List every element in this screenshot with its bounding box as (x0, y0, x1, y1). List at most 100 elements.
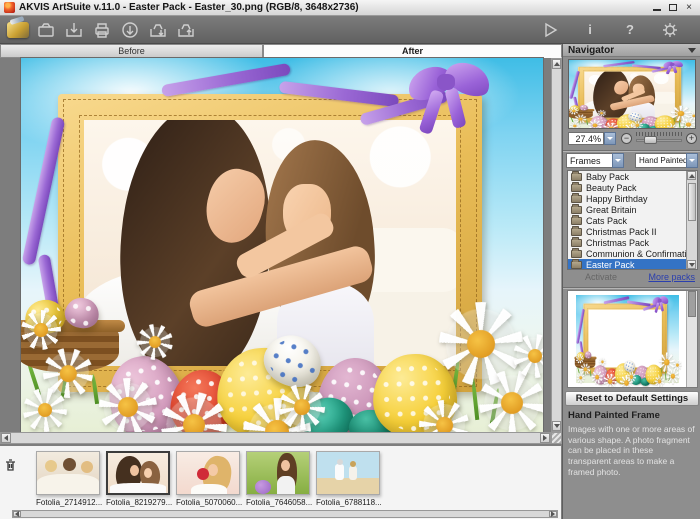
minimize-button[interactable] (652, 3, 662, 13)
daisy-center (465, 328, 497, 360)
daisy-center (601, 360, 604, 364)
daisy-center (293, 398, 311, 416)
maximize-button[interactable] (668, 3, 678, 13)
daisy-center (583, 367, 587, 372)
ribbon-bow-knot (670, 63, 674, 66)
pack-item-beauty-pack[interactable]: Beauty Pack (568, 182, 687, 193)
daisy-center (579, 376, 582, 380)
frame-type-select-arrow[interactable] (686, 153, 698, 168)
preferences-button[interactable] (658, 19, 682, 41)
share-button[interactable] (118, 19, 142, 41)
pack-item-label: Easter Pack (586, 260, 635, 270)
open-image-icon (36, 21, 56, 39)
pack-item-communion-confirmation[interactable]: Communion & Confirmation (568, 248, 687, 259)
egg-pattern (66, 298, 99, 328)
activate-link[interactable]: Activate (585, 272, 617, 282)
daisy-flower (631, 120, 644, 129)
filmstrip-scrollbar[interactable] (12, 510, 558, 518)
daisy-flower (569, 121, 581, 129)
save-image-button[interactable] (62, 19, 86, 41)
daisy-center (434, 415, 455, 432)
frame-pack-list: Baby PackBeauty PackHappy BirthdayGreat … (567, 170, 698, 270)
more-packs-link[interactable]: More packs (648, 272, 695, 282)
daisy-center (117, 396, 140, 419)
title-bar: AKVIS ArtSuite v.11.0 - Easter Pack - Ea… (0, 0, 700, 16)
pack-item-label: Happy Birthday (586, 194, 648, 204)
tab-before[interactable]: Before (0, 44, 263, 58)
canvas-horizontal-scrollbar[interactable] (0, 432, 551, 444)
filmstrip-thumbnail-3[interactable]: Fotolia_5070060... (176, 451, 244, 507)
daisy-center (573, 124, 577, 127)
close-button[interactable]: × (684, 3, 694, 13)
before-after-tabs: Before After (0, 44, 562, 58)
frame-description-text: Images with one or more areas of various… (568, 424, 697, 477)
daisy-center (527, 348, 543, 364)
pack-item-happy-birthday[interactable]: Happy Birthday (568, 193, 687, 204)
export-frames-button[interactable] (174, 19, 198, 41)
pack-item-christmas-pack[interactable]: Christmas Pack (568, 237, 687, 248)
pack-item-christmas-pack-ii[interactable]: Christmas Pack II (568, 226, 687, 237)
zoom-dropdown-button[interactable] (604, 132, 616, 145)
pack-item-easter-pack[interactable]: Easter Pack (568, 259, 687, 270)
tab-after[interactable]: After (263, 44, 562, 58)
frame-variant-preview[interactable] (567, 290, 698, 388)
navigator-preview[interactable] (568, 59, 696, 129)
zoom-value-input[interactable]: 27.4% (568, 132, 604, 145)
info-button[interactable]: i (578, 19, 602, 41)
zoom-slider[interactable] (636, 132, 682, 145)
navigator-header[interactable]: Navigator (563, 44, 700, 57)
pack-links-row: Activate More packs (563, 272, 700, 285)
zoom-slider-thumb[interactable] (644, 136, 657, 144)
daisy-center (676, 363, 679, 367)
daisy-center (579, 357, 582, 360)
daisy-center (600, 112, 604, 115)
daisy-center (499, 390, 526, 417)
thumbnail-photo (36, 451, 100, 495)
delete-thumbnail-button[interactable] (4, 458, 17, 477)
category-select[interactable]: Frames (566, 153, 624, 168)
thumbnail-photo (176, 451, 240, 495)
pack-item-label: Beauty Pack (586, 183, 637, 193)
folder-icon (571, 261, 582, 269)
after-image-view[interactable] (21, 58, 543, 432)
pack-item-great-britain[interactable]: Great Britain (568, 204, 687, 215)
help-icon: ? (626, 22, 634, 37)
category-select-arrow[interactable] (612, 153, 624, 168)
frame-type-select[interactable]: Hand Painted Frame (635, 153, 698, 168)
thumbnail-label: Fotolia_8219279... (106, 498, 174, 507)
zoom-out-button[interactable]: − (621, 133, 632, 144)
daisy-center (635, 124, 639, 127)
pack-item-label: Baby Pack (586, 172, 629, 182)
run-button[interactable] (538, 19, 562, 41)
canvas-vertical-scrollbar[interactable] (551, 58, 562, 432)
daisy-center (595, 374, 600, 379)
import-frames-button[interactable] (146, 19, 170, 41)
pack-list-scrollbar[interactable] (686, 171, 697, 269)
app-logo-button[interactable] (6, 19, 30, 41)
daisy-center (657, 379, 661, 384)
daisy-center (181, 412, 206, 432)
app-icon (4, 2, 15, 13)
egg-pattern (580, 105, 588, 111)
pack-item-label: Cats Pack (586, 216, 627, 226)
resize-grip[interactable] (551, 432, 562, 444)
thumbnail-label: Fotolia_2714912... (36, 498, 104, 507)
open-image-button[interactable] (34, 19, 58, 41)
folder-icon (571, 250, 582, 258)
pack-item-cats-pack[interactable]: Cats Pack (568, 215, 687, 226)
import-frames-icon (148, 21, 168, 39)
filmstrip-thumbnail-2[interactable]: Fotolia_8219279... (106, 451, 174, 507)
easter-framed-photo (21, 58, 543, 432)
frame-preview-scrollbar[interactable] (686, 291, 697, 387)
reset-defaults-button[interactable]: Reset to Default Settings (565, 391, 699, 406)
filmstrip-thumbnail-5[interactable]: Fotolia_6788118... (316, 451, 384, 507)
filmstrip-thumbnail-1[interactable]: Fotolia_2714912... (36, 451, 104, 507)
zoom-in-button[interactable]: + (686, 133, 697, 144)
daisy-center (147, 334, 163, 350)
help-button[interactable]: ? (618, 19, 642, 41)
pack-item-baby-pack[interactable]: Baby Pack (568, 171, 687, 182)
image-canvas (0, 58, 562, 445)
print-button[interactable] (90, 19, 114, 41)
filmstrip-thumbnail-4[interactable]: Fotolia_7646058... (246, 451, 314, 507)
daisy-center (37, 402, 54, 419)
